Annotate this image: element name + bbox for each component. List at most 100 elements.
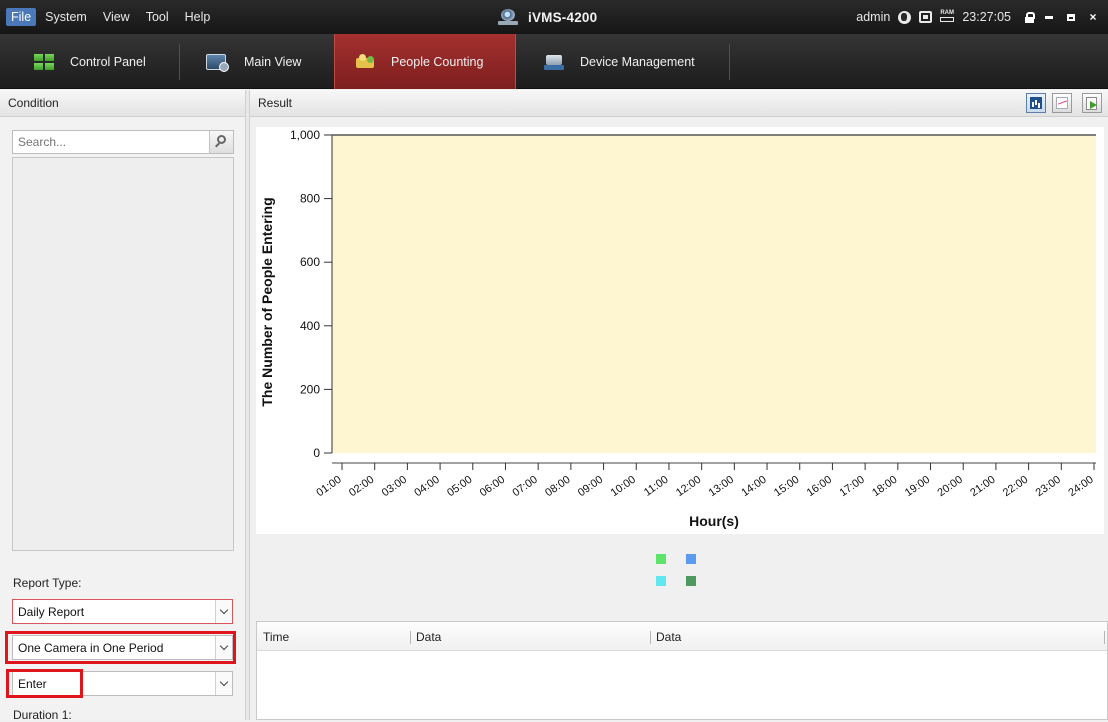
x-tick-label: 18:00 [870,474,899,500]
maximize-button[interactable] [1064,10,1078,24]
menu-file[interactable]: File [6,8,37,26]
tab-label: Main View [244,54,302,69]
chart-svg: 0 200 400 600 800 1,000 The Number of People E… [259,128,1096,529]
y-tick-label: 600 [300,255,320,269]
x-tick-label: 13:00 [707,474,736,500]
legend-swatch [686,554,696,564]
app-title-text: iVMS-4200 [528,9,598,25]
x-tick-label: 23:00 [1034,474,1063,500]
panel-splitter[interactable] [245,90,250,720]
x-tick-label: 04:00 [412,474,441,500]
maximize-icon [1067,13,1075,21]
column-header-data[interactable]: Data [416,622,441,651]
x-tick-label: 08:00 [543,474,572,500]
camera-search [12,130,234,154]
ram-icon-label: RAM [940,10,954,16]
chevron-down-icon [219,605,229,615]
x-tick-label: 19:00 [903,474,932,500]
clock-time: 23:27:05 [962,10,1011,24]
condition-panel: Report Type: Daily Report One Camera in … [0,117,245,722]
chart-legend [656,554,702,590]
camera-tree[interactable] [12,157,234,551]
search-input[interactable] [13,131,203,153]
grid-icon [34,53,54,70]
report-type-value: Daily Report [18,604,85,619]
monitor-icon [206,53,229,72]
camera-mode-dropdown-button[interactable] [215,636,232,659]
x-tick-label: 06:00 [478,474,507,500]
x-tick-label: 05:00 [445,474,474,500]
export-icon [1086,97,1097,110]
chevron-down-icon [219,641,229,651]
cpu-icon[interactable] [919,11,933,23]
condition-title: Condition [8,96,59,110]
module-tab-bar: Control Panel Main View People Counting … [0,34,1108,89]
y-tick-label: 1,000 [290,128,320,142]
y-tick-label: 0 [313,446,320,460]
result-header: Result [250,90,1108,117]
tab-label: People Counting [391,54,484,69]
column-header-time[interactable]: Time [263,622,289,651]
plot-area [332,135,1096,453]
tab-label: Control Panel [70,54,146,69]
menu-tool[interactable]: Tool [139,7,176,27]
direction-dropdown-button[interactable] [215,672,232,695]
report-type-label: Report Type: [13,576,82,590]
user-name[interactable]: admin [856,10,890,24]
x-tick-label: 10:00 [609,474,638,500]
bar-chart-icon [1030,97,1042,109]
search-icon [217,135,226,144]
legend-swatch [656,554,666,564]
search-button[interactable] [209,131,233,153]
report-type-select[interactable]: Daily Report [12,599,233,624]
legend-swatch [656,576,666,586]
y-tick-label: 200 [300,382,320,396]
camera-mode-value: One Camera in One Period [18,640,164,655]
tab-control-panel[interactable]: Control Panel [0,34,180,89]
x-tick-label: 02:00 [347,474,376,500]
report-type-dropdown-button[interactable] [215,600,232,623]
menu-system[interactable]: System [38,7,94,27]
menu-help[interactable]: Help [178,7,218,27]
export-button[interactable] [1082,93,1102,113]
y-axis-title: The Number of People Entering [259,197,275,406]
minimize-icon [1045,15,1053,19]
y-tick-label: 400 [300,319,320,333]
app-title: iVMS-4200 [498,0,597,34]
column-header-data[interactable]: Data [656,622,681,651]
minimize-button[interactable] [1042,10,1056,24]
x-tick-label: 14:00 [739,474,768,500]
x-tick-label: 21:00 [968,474,997,500]
status-area: admin RAM 23:27:05 × [856,0,1100,34]
line-chart-icon [1056,97,1068,109]
device-icon [544,54,564,70]
camera-mode-select[interactable]: One Camera in One Period [12,635,233,660]
tab-main-view[interactable]: Main View [180,34,334,89]
menu-view[interactable]: View [96,7,137,27]
ram-icon[interactable]: RAM [940,10,955,24]
direction-value: Enter [18,676,47,691]
lock-icon[interactable] [1025,12,1035,23]
camera-logo-icon [498,7,520,27]
network-globe-icon[interactable] [898,10,912,24]
result-title: Result [258,96,293,110]
direction-select[interactable]: Enter [12,671,233,696]
chevron-down-icon [219,677,229,687]
tab-device-management[interactable]: Device Management [516,34,730,89]
legend-swatch [686,576,696,586]
result-table: Time Data Data [256,621,1108,720]
x-tick-label: 12:00 [674,474,703,500]
x-tick-label: 22:00 [1001,474,1030,500]
line-chart-button[interactable] [1052,93,1072,113]
x-tick-label: 09:00 [576,474,605,500]
close-button[interactable]: × [1086,10,1100,24]
x-tick-label: 01:00 [314,474,343,500]
result-toolbar [1026,93,1102,113]
condition-header: Condition [0,90,245,117]
title-bar: File System View Tool Help iVMS-4200 adm… [0,0,1108,34]
tab-people-counting[interactable]: People Counting [334,34,516,89]
x-tick-label: 20:00 [936,474,965,500]
bar-chart-button[interactable] [1026,93,1046,113]
people-counting-icon [355,53,375,70]
table-header: Time Data Data [257,622,1107,651]
